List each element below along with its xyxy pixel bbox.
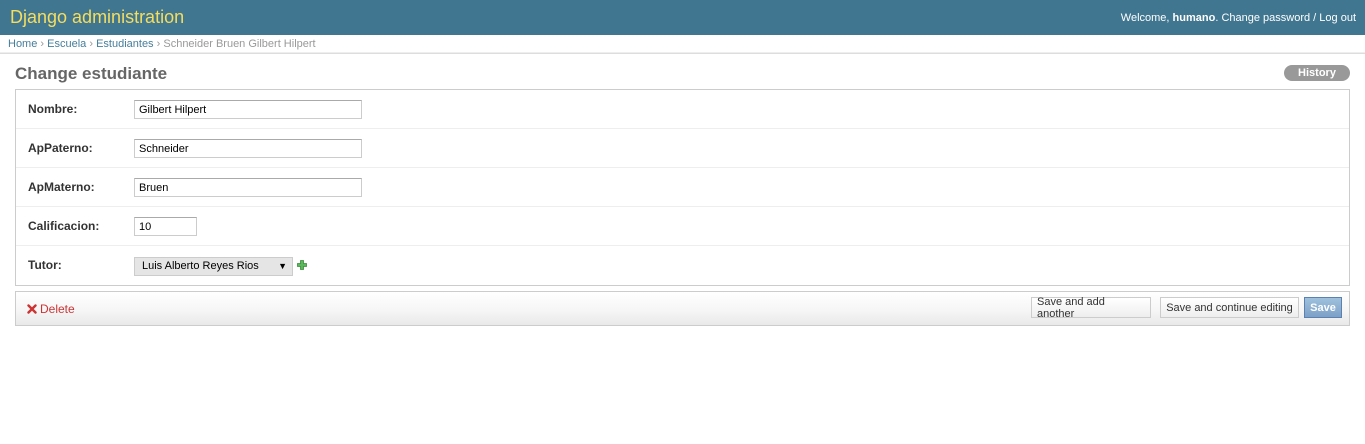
tutor-select[interactable]: Luis Alberto Reyes Rios ▼	[134, 257, 293, 276]
add-related-icon[interactable]	[297, 260, 307, 270]
save-button[interactable]: Save	[1304, 297, 1342, 318]
logout-link[interactable]: Log out	[1319, 12, 1356, 24]
breadcrumb: Home › Escuela › Estudiantes › Schneider…	[0, 35, 1365, 54]
breadcrumb-escuela[interactable]: Escuela	[47, 38, 86, 50]
breadcrumb-estudiantes[interactable]: Estudiantes	[96, 38, 153, 50]
save-and-continue-button[interactable]: Save and continue editing	[1160, 297, 1299, 318]
breadcrumb-home[interactable]: Home	[8, 38, 37, 50]
appaterno-label: ApPaterno:	[28, 141, 93, 155]
delete-link[interactable]: Delete	[27, 302, 75, 316]
history-button[interactable]: History	[1284, 65, 1350, 81]
tutor-label: Tutor:	[28, 258, 62, 272]
title-row: Change estudiante History	[15, 54, 1350, 89]
apmaterno-field[interactable]	[134, 178, 362, 197]
user-tools: Welcome, humano. Change password / Log o…	[1120, 11, 1356, 24]
main-content: Change estudiante History Nombre: ApPate…	[0, 54, 1365, 326]
calificacion-field[interactable]	[134, 217, 197, 236]
breadcrumb-separator: ›	[156, 38, 161, 50]
header: Django administration Welcome, humano. C…	[0, 0, 1365, 35]
save-and-add-another-button[interactable]: Save and add another	[1031, 296, 1151, 320]
form-fieldset: Nombre: ApPaterno: ApMaterno: Calificaci…	[15, 89, 1350, 286]
form-row-calificacion: Calificacion:	[16, 207, 1349, 246]
change-password-link[interactable]: Change password	[1221, 12, 1310, 24]
breadcrumb-separator: ›	[89, 38, 94, 50]
user-tools-separator: /	[1313, 11, 1317, 24]
delete-label: Delete	[40, 302, 75, 316]
page-title: Change estudiante	[15, 64, 168, 83]
nombre-field[interactable]	[134, 100, 362, 119]
form-row-tutor: Tutor: Luis Alberto Reyes Rios ▼	[16, 246, 1349, 285]
breadcrumb-current: Schneider Bruen Gilbert Hilpert	[163, 38, 316, 50]
site-brand[interactable]: Django administration	[10, 7, 184, 28]
form-row-nombre: Nombre:	[16, 90, 1349, 129]
apmaterno-label: ApMaterno:	[28, 180, 95, 194]
calificacion-label: Calificacion:	[28, 219, 100, 233]
welcome-text: Welcome,	[1120, 11, 1170, 24]
appaterno-field[interactable]	[134, 139, 362, 158]
form-row-appaterno: ApPaterno:	[16, 129, 1349, 168]
nombre-label: Nombre:	[28, 102, 78, 116]
chevron-down-icon: ▼	[278, 261, 287, 271]
form-row-apmaterno: ApMaterno:	[16, 168, 1349, 207]
submit-row: Delete Save and add another Save and con…	[15, 291, 1350, 326]
tutor-selected-value: Luis Alberto Reyes Rios	[142, 260, 259, 272]
username: humano	[1172, 11, 1216, 24]
delete-icon	[27, 304, 37, 314]
breadcrumb-separator: ›	[40, 38, 45, 50]
